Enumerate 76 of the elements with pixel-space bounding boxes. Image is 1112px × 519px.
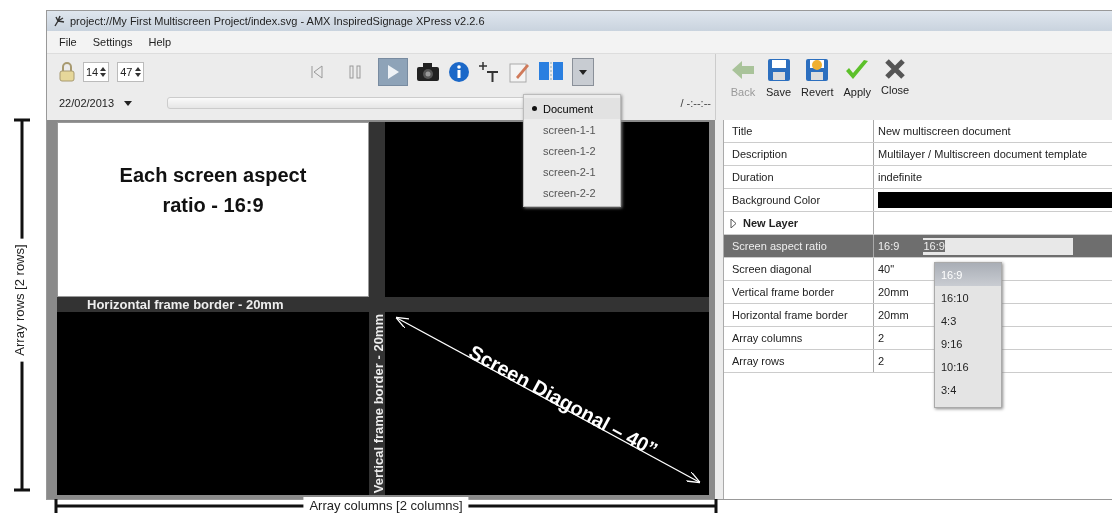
menu-item[interactable]: Settings — [92, 36, 133, 48]
add-text-icon[interactable] — [477, 61, 500, 83]
property-value: 20mm — [878, 309, 909, 321]
date-text: 22/02/2013 — [59, 97, 115, 109]
color-swatch[interactable] — [878, 192, 1112, 208]
columns-annotation: Array columns [2 columns] — [303, 497, 469, 515]
property-name-cell[interactable]: Screen diagonal — [724, 258, 874, 280]
property-value: 2 — [878, 332, 885, 344]
property-name: Array columns — [732, 332, 803, 344]
caret-icon[interactable] — [124, 100, 133, 106]
property-name-cell[interactable]: Horizontal frame border — [724, 304, 874, 326]
menu-option[interactable]: screen-2-2 — [524, 182, 620, 203]
dropdown-option[interactable]: 9:16 — [935, 332, 1001, 355]
dropdown-option[interactable]: 3:4 — [935, 378, 1001, 401]
property-value: New multiscreen document — [878, 125, 1011, 137]
menu-option[interactable]: Document — [524, 98, 620, 119]
property-value: 40" — [878, 263, 895, 275]
property-name-cell[interactable]: Description — [724, 143, 874, 165]
property-name: Background Color — [732, 194, 821, 206]
property-name: Title — [732, 125, 753, 137]
border-label: Horizontal frame border - 20mm — [87, 297, 284, 312]
property-value: indefinite — [878, 171, 923, 183]
apply-button[interactable]: Apply — [839, 58, 875, 98]
property-name-cell[interactable]: Duration — [724, 166, 874, 188]
menu-item[interactable]: Help — [148, 36, 172, 48]
close-button[interactable]: Close — [877, 58, 914, 96]
spinner-arrows-icon[interactable] — [134, 66, 141, 78]
hand-icon — [53, 15, 65, 27]
play-button[interactable] — [377, 58, 408, 86]
property-name: Screen aspect ratio — [732, 240, 827, 252]
aspect-input[interactable]: 16:9 — [923, 237, 1074, 255]
property-name: Duration — [732, 171, 774, 183]
property-name: New Layer — [743, 217, 799, 229]
time-readout: / -:--:-- — [679, 97, 712, 109]
expand-icon[interactable] — [730, 218, 737, 228]
property-name-cell[interactable]: Background Color — [724, 189, 874, 211]
dropdown-option[interactable]: 4:3 — [935, 309, 1001, 332]
dropdown-option[interactable]: 10:16 — [935, 355, 1001, 378]
date-picker[interactable]: 22/02/2013 — [59, 97, 159, 109]
revert-button[interactable]: Revert — [797, 58, 838, 98]
property-name-cell[interactable]: Array rows — [724, 350, 874, 372]
menu-option[interactable]: screen-1-1 — [524, 119, 620, 140]
window-title: project://My First Multiscreen Project/index.svg - AMX InspiredSignage XPress v2.2.6 — [70, 15, 485, 27]
save-button[interactable]: Save — [762, 58, 796, 98]
property-value: 16:9 — [878, 240, 900, 252]
menu-item[interactable]: File — [59, 36, 77, 48]
skip-back-icon — [309, 65, 324, 79]
caret-icon — [578, 69, 587, 75]
property-name: Vertical frame border — [732, 286, 835, 298]
property-name-cell[interactable]: New Layer — [724, 212, 874, 234]
pause-icon — [347, 65, 362, 79]
hour-spinner[interactable]: 14 — [83, 62, 110, 82]
back-arrow-icon — [730, 58, 756, 82]
screen-dropdown-button[interactable] — [571, 58, 594, 86]
property-name-cell[interactable]: Title — [724, 120, 874, 142]
menu-option[interactable]: screen-2-1 — [524, 161, 620, 182]
property-name-cell[interactable]: Array columns — [724, 327, 874, 349]
dropdown-option[interactable]: 16:10 — [935, 286, 1001, 309]
property-name-cell[interactable]: Vertical frame border — [724, 281, 874, 303]
property-name: Description — [732, 148, 788, 160]
close-icon — [884, 58, 907, 80]
screen-label: Each screen aspect ratio - 16:9 — [118, 162, 308, 218]
spinner-arrows-icon[interactable] — [100, 66, 107, 78]
border-label: Vertical frame border - 20mm — [371, 313, 386, 493]
info-icon[interactable] — [447, 61, 470, 83]
minute-spinner[interactable]: 47 — [117, 62, 144, 82]
property-name: Array rows — [732, 355, 785, 367]
menu-option[interactable]: screen-1-2 — [524, 140, 620, 161]
property-value: 20mm — [878, 286, 909, 298]
property-name-cell[interactable]: Screen aspect ratio — [724, 235, 874, 257]
camera-icon[interactable] — [415, 62, 440, 82]
edit-icon[interactable] — [507, 61, 530, 83]
property-value: Multilayer / Multiscreen document template — [878, 148, 1088, 160]
property-name: Horizontal frame border — [732, 309, 848, 321]
property-name: Screen diagonal — [732, 263, 812, 275]
property-value: 2 — [878, 355, 885, 367]
